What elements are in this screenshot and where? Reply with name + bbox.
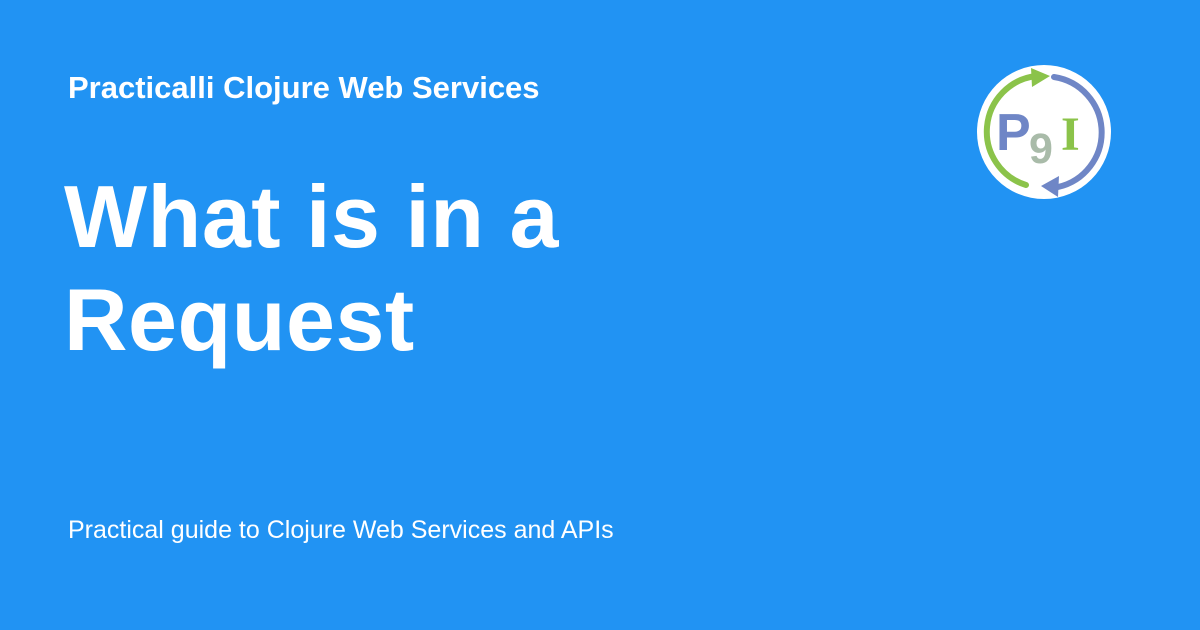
page-title-line-1: What is in a [64, 167, 559, 266]
social-card: Practicalli Clojure Web Services What is… [0, 0, 1200, 630]
practicalli-logo-icon: P 9 I [974, 62, 1114, 202]
site-name: Practicalli Clojure Web Services [68, 70, 540, 105]
logo-letter-p: P [996, 104, 1031, 162]
logo-letter-i: I [1061, 108, 1080, 161]
page-title: What is in a Request [64, 165, 824, 371]
logo-letter-9: 9 [1029, 125, 1053, 173]
page-title-line-2: Request [64, 270, 415, 369]
page-description: Practical guide to Clojure Web Services … [68, 516, 614, 544]
